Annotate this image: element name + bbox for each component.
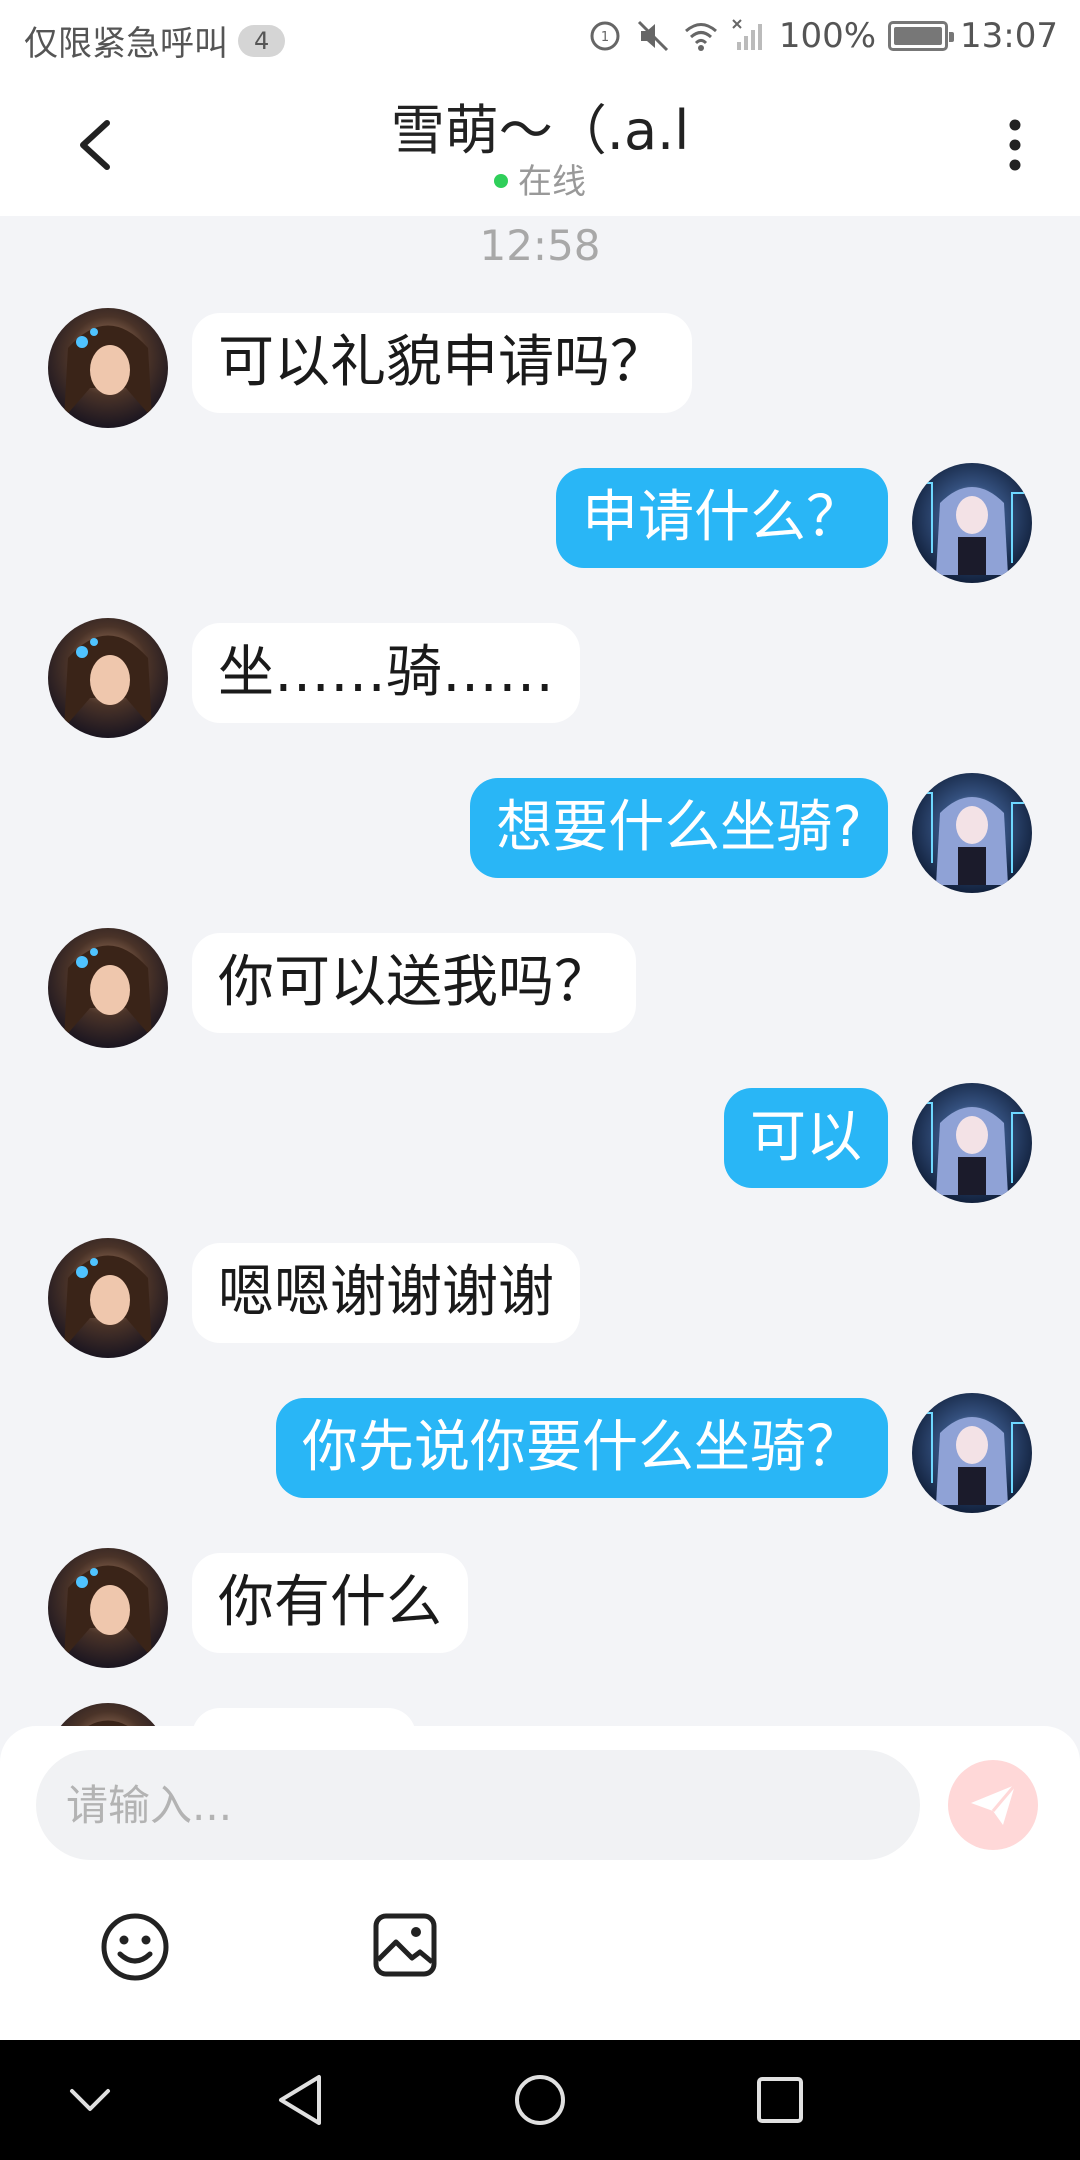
message-bubble[interactable]: 想要什么坐骑? xyxy=(470,778,888,878)
chevron-down-icon xyxy=(70,2089,110,2111)
message-outgoing: 申请什么？ xyxy=(0,463,1080,583)
clock: 13:07 xyxy=(960,16,1058,56)
nav-back-button[interactable] xyxy=(270,2070,330,2130)
contact-avatar[interactable] xyxy=(48,1548,168,1668)
contact-avatar[interactable] xyxy=(48,1703,168,1726)
recents-square-icon xyxy=(757,2077,803,2123)
nav-recents-button[interactable] xyxy=(750,2070,810,2130)
message-bubble[interactable]: 你可以送我吗？ xyxy=(192,933,636,1033)
data-saver-icon: 1 xyxy=(590,21,620,51)
message-bubble[interactable]: 可以礼貌申请吗？ xyxy=(192,313,692,413)
my-avatar[interactable] xyxy=(912,1393,1032,1513)
message-incoming: 可以礼貌申请吗？ xyxy=(0,308,1080,428)
my-avatar[interactable] xyxy=(912,1083,1032,1203)
message-incoming: 你有什么 xyxy=(0,1548,1080,1668)
my-avatar[interactable] xyxy=(912,773,1032,893)
status-right: 1 100% 13:07 xyxy=(587,16,1058,56)
back-triangle-icon xyxy=(279,2075,321,2125)
message-incoming: 你可以送我吗？ xyxy=(0,928,1080,1048)
image-icon xyxy=(373,1913,437,1977)
contact-avatar[interactable] xyxy=(48,308,168,428)
system-nav-bar xyxy=(0,2040,1080,2160)
image-picker-button[interactable] xyxy=(372,1912,438,1978)
message-incoming: 嗯嗯谢谢谢谢 xyxy=(0,1238,1080,1358)
my-avatar[interactable] xyxy=(912,463,1032,583)
message-composer xyxy=(0,1726,1080,2040)
message-bubble[interactable]: 你先说你要什么坐骑？ xyxy=(276,1398,888,1498)
message-bubble[interactable]: 坐……骑…… xyxy=(192,623,580,723)
contact-avatar[interactable] xyxy=(48,928,168,1048)
message-bubble[interactable]: 可以 xyxy=(724,1088,888,1188)
status-left: 仅限紧急呼叫 4 xyxy=(24,16,286,65)
nav-home-button[interactable] xyxy=(510,2070,570,2130)
send-button[interactable] xyxy=(948,1760,1038,1850)
message-bubble[interactable]: 你有什么 xyxy=(192,1553,468,1653)
chat-messages[interactable]: 12:58 可以礼貌申请吗？ 申请什么？ 坐……骑…… 想要什么坐骑? 你可以送… xyxy=(0,216,1080,1726)
battery-percent: 100% xyxy=(778,16,877,56)
vertical-dots-icon xyxy=(1009,119,1021,171)
nav-hide-button[interactable] xyxy=(60,2070,120,2130)
emergency-calls-text: 仅限紧急呼叫 xyxy=(24,24,228,64)
contact-avatar[interactable] xyxy=(48,618,168,738)
online-status-label: 在线 xyxy=(518,162,586,202)
message-outgoing: 想要什么坐骑? xyxy=(0,773,1080,893)
paper-plane-icon xyxy=(971,1784,1017,1825)
message-input[interactable] xyxy=(36,1750,920,1860)
message-outgoing: 可以 xyxy=(0,1083,1080,1203)
message-incoming: 坐……骑…… xyxy=(0,618,1080,738)
message-incoming-partial xyxy=(0,1703,1080,1726)
status-bar: 仅限紧急呼叫 4 1 100% 13:07 xyxy=(0,0,1080,72)
no-signal-icon xyxy=(732,19,762,50)
online-dot-icon xyxy=(494,173,508,188)
contact-avatar[interactable] xyxy=(48,1238,168,1358)
battery-charging-icon xyxy=(888,21,955,51)
home-circle-icon xyxy=(515,2075,565,2125)
message-bubble[interactable] xyxy=(192,1708,416,1726)
message-outgoing: 你先说你要什么坐骑？ xyxy=(0,1393,1080,1513)
notification-count-badge: 4 xyxy=(238,24,286,57)
chat-header: 雪萌～（.a.l 在线 xyxy=(0,72,1080,216)
more-options-button[interactable] xyxy=(990,110,1040,180)
wifi-icon xyxy=(684,23,717,51)
mute-icon xyxy=(637,20,668,52)
svg-text:1: 1 xyxy=(601,30,609,45)
message-timestamp: 12:58 xyxy=(479,221,601,270)
emoji-button[interactable] xyxy=(100,1912,170,1982)
smiley-icon xyxy=(101,1913,169,1981)
online-status: 在线 xyxy=(0,154,1080,203)
message-bubble[interactable]: 嗯嗯谢谢谢谢 xyxy=(192,1243,580,1343)
message-bubble[interactable]: 申请什么？ xyxy=(556,468,888,568)
